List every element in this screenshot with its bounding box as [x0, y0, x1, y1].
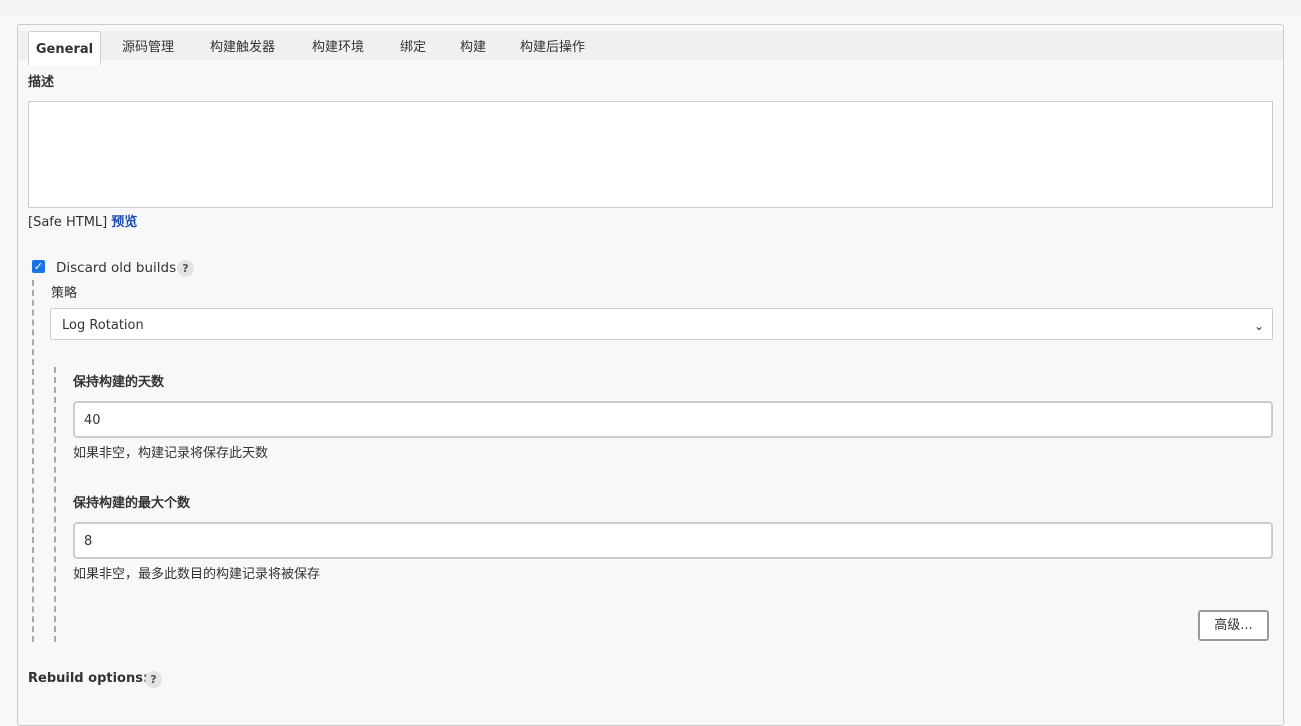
chevron-down-icon: ⌄ [1253, 319, 1264, 333]
discard-section-divider [32, 280, 34, 642]
preview-link[interactable]: 预览 [111, 215, 137, 230]
config-panel: General 源码管理 构建触发器 构建环境 绑定 构建 构建后操作 描述 [… [17, 24, 1284, 726]
discard-old-builds-help-icon[interactable]: ? [177, 260, 194, 277]
tab-post-build-actions[interactable]: 构建后操作 [520, 36, 585, 55]
check-icon: ✓ [33, 260, 44, 273]
tab-bar [18, 31, 1283, 60]
days-to-keep-input[interactable]: 40 [73, 401, 1273, 438]
max-builds-input[interactable]: 8 [73, 522, 1273, 559]
discard-old-builds-label[interactable]: Discard old builds [56, 260, 176, 276]
rebuild-options-help-icon[interactable]: ? [145, 671, 162, 688]
strategy-select[interactable]: Log Rotation ⌄ [50, 308, 1273, 340]
days-to-keep-hint: 如果非空，构建记录将保存此天数 [73, 446, 269, 461]
discard-old-builds-checkbox[interactable]: ✓ [32, 260, 45, 273]
description-label: 描述 [28, 75, 55, 90]
safe-html-note: [Safe HTML] 预览 [28, 211, 137, 230]
safe-html-label: [Safe HTML] [28, 215, 108, 230]
days-to-keep-label: 保持构建的天数 [73, 375, 165, 390]
tab-general[interactable]: General [28, 31, 101, 65]
log-rotation-divider [54, 367, 56, 642]
description-textarea[interactable] [28, 101, 1273, 208]
max-builds-label: 保持构建的最大个数 [73, 496, 191, 511]
tab-source-code-management[interactable]: 源码管理 [122, 36, 174, 55]
tab-bindings[interactable]: 绑定 [400, 36, 426, 55]
max-builds-hint: 如果非空，最多此数目的构建记录将被保存 [73, 567, 321, 582]
tab-build[interactable]: 构建 [460, 36, 486, 55]
tab-build-triggers[interactable]: 构建触发器 [210, 36, 275, 55]
tab-build-environment[interactable]: 构建环境 [312, 36, 364, 55]
advanced-button[interactable]: 高级... [1198, 610, 1269, 641]
top-strip [0, 0, 1301, 15]
strategy-label: 策略 [51, 286, 78, 301]
strategy-select-value: Log Rotation [62, 318, 144, 333]
